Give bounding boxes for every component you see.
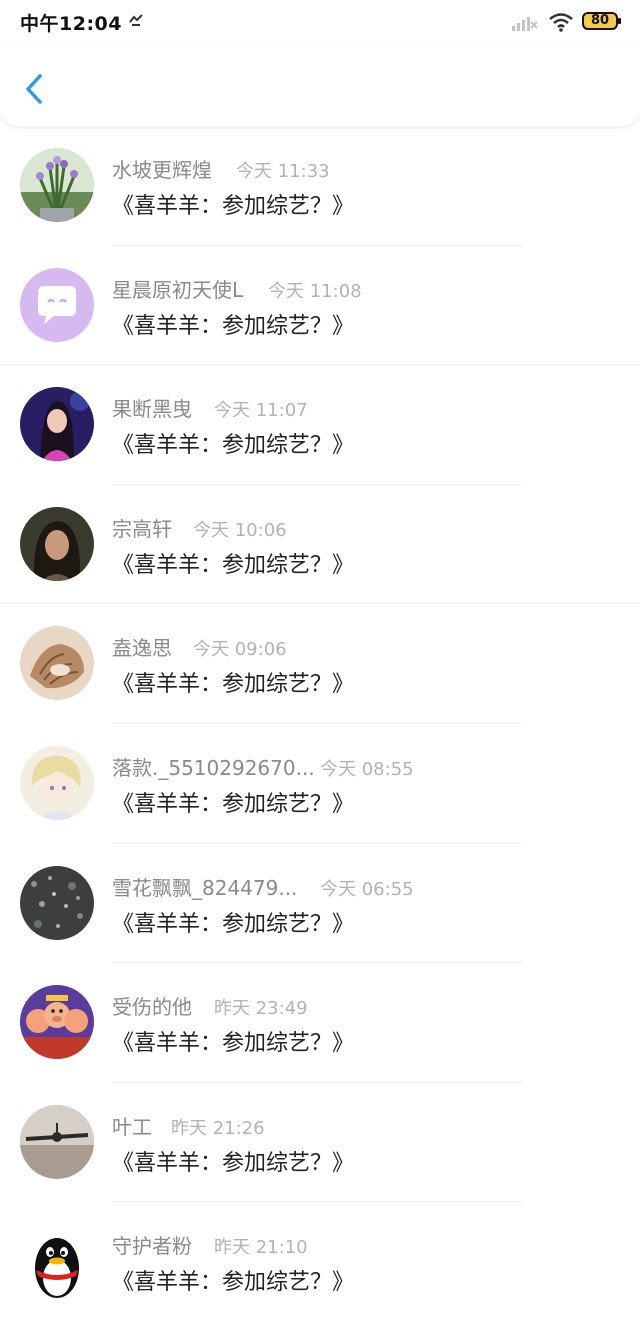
sender-name: 星晨原初天使L	[112, 277, 244, 302]
list-item[interactable]: 叶工 昨天 21:26 《喜羊羊：参加综艺？》	[0, 1083, 640, 1203]
girl-portrait-avatar[interactable]	[20, 506, 94, 581]
list-item[interactable]: 果断黑曳 今天 11:07 《喜羊羊：参加综艺？》	[0, 365, 640, 485]
stone-texture-avatar[interactable]	[20, 865, 94, 940]
status-time: 中午12:04	[20, 13, 122, 35]
message-text: 《喜羊羊：参加综艺？》	[112, 791, 355, 817]
sender-name: 雪花飘飘_824479...	[112, 875, 298, 900]
sender-name: 盍逸思	[112, 636, 172, 661]
sender-name: 水坡更辉煌	[112, 158, 212, 182]
message-text: 《喜羊羊：参加综艺？》	[112, 313, 355, 339]
chat-bubble-avatar[interactable]	[20, 267, 94, 342]
list-item[interactable]: 守护者粉 昨天 21:10 《喜羊羊：参加综艺？》	[0, 1202, 640, 1322]
battery-level: 80	[590, 13, 610, 28]
message-text: 《喜羊羊：参加综艺？》	[112, 194, 355, 219]
back-arrow-icon[interactable]	[20, 72, 50, 106]
message-time: 今天 11:08	[268, 280, 362, 302]
cartoon-pigs-avatar[interactable]	[20, 985, 94, 1060]
sender-name: 受伤的他	[112, 995, 192, 1020]
list-item[interactable]: 宗高轩 今天 10:06 《喜羊羊：参加综艺？》	[0, 485, 640, 605]
message-time: 昨天 21:26	[171, 1117, 265, 1139]
message-text: 《喜羊羊：参加综艺？》	[112, 672, 355, 698]
message-text: 《喜羊羊：参加综艺？》	[112, 1150, 355, 1176]
message-time: 今天 09:06	[193, 639, 287, 661]
message-text: 《喜羊羊：参加综艺？》	[112, 1270, 355, 1296]
message-time: 昨天 21:10	[214, 1237, 308, 1259]
list-item[interactable]: 雪花飘飘_824479... 今天 06:55 《喜羊羊：参加综艺？》	[0, 844, 640, 964]
list-item[interactable]: 受伤的他 昨天 23:49 《喜羊羊：参加综艺？》	[0, 963, 640, 1083]
notification-icon	[129, 14, 143, 26]
wifi-icon	[549, 13, 573, 32]
message-time: 今天 11:07	[214, 400, 308, 422]
list-item[interactable]: 落款._5510292670... 今天 08:55 《喜羊羊：参加综艺？》	[0, 724, 640, 844]
message-time: 今天 08:55	[320, 758, 414, 780]
message-time: 今天 11:33	[236, 161, 330, 182]
ceiling-fan-avatar[interactable]	[20, 1104, 94, 1179]
anime-boy-avatar[interactable]	[20, 745, 94, 820]
battery-icon: 80	[582, 12, 621, 30]
message-time: 今天 06:55	[320, 878, 414, 900]
message-time: 昨天 23:49	[214, 998, 308, 1020]
seashell-avatar[interactable]	[20, 626, 94, 701]
sender-name: 落款._5510292670...	[112, 755, 315, 780]
sender-name: 叶工	[112, 1114, 152, 1139]
list-item[interactable]: 水坡更辉煌 今天 11:33 《喜羊羊：参加综艺？》	[0, 126, 640, 246]
flower-photo-avatar[interactable]	[20, 148, 94, 222]
message-text: 《喜羊羊：参加综艺？》	[112, 911, 355, 937]
list-item[interactable]: 星晨原初天使L 今天 11:08 《喜羊羊：参加综艺？》	[0, 246, 640, 366]
qq-penguin-avatar[interactable]	[20, 1224, 94, 1299]
message-time: 今天 10:06	[193, 519, 287, 541]
message-list: 水坡更辉煌 今天 11:33 《喜羊羊：参加综艺？》 星晨原初天使L 今天 11…	[0, 126, 640, 1322]
sender-name: 宗高轩	[112, 516, 172, 541]
girl-photo-avatar[interactable]	[20, 387, 94, 462]
list-item[interactable]: 盍逸思 今天 09:06 《喜羊羊：参加综艺？》	[0, 604, 640, 724]
header	[0, 44, 640, 126]
message-text: 《喜羊羊：参加综艺？》	[112, 433, 355, 459]
sender-name: 果断黑曳	[112, 397, 192, 422]
status-bar: 中午12:04 80	[0, 0, 640, 44]
message-text: 《喜羊羊：参加综艺？》	[112, 1031, 355, 1057]
message-text: 《喜羊羊：参加综艺？》	[112, 552, 355, 578]
sender-name: 守护者粉	[112, 1234, 192, 1259]
signal-icon	[512, 17, 538, 31]
